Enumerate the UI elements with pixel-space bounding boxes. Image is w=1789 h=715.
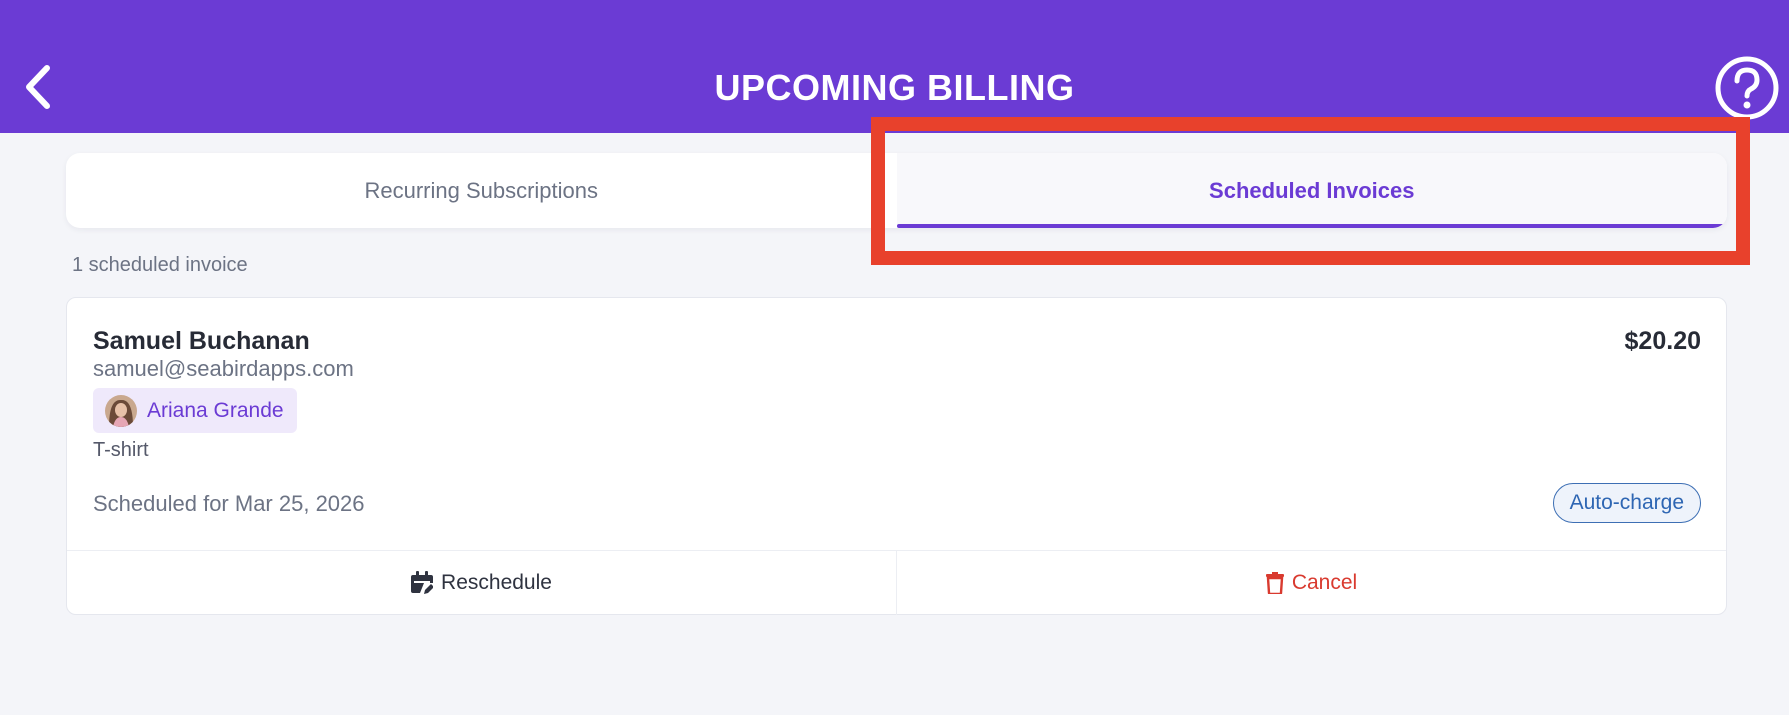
product-name: T-shirt bbox=[93, 439, 149, 461]
customer-email: samuel@seabirdapps.com bbox=[93, 356, 354, 381]
cancel-label: Cancel bbox=[1291, 571, 1358, 594]
active-tab-indicator bbox=[896, 224, 1727, 228]
page-title: UPCOMING BILLING bbox=[714, 67, 1075, 108]
invoice-count-label: 1 scheduled invoice bbox=[72, 254, 248, 276]
invoice-card: Samuel Buchanan samuel@seabirdapps.com $… bbox=[66, 297, 1727, 615]
artist-name: Ariana Grande bbox=[147, 398, 284, 422]
artist-chip[interactable]: Ariana Grande bbox=[93, 388, 297, 433]
artist-avatar bbox=[105, 394, 137, 427]
calendar-edit-icon bbox=[411, 571, 434, 595]
customer-name: Samuel Buchanan bbox=[93, 327, 310, 355]
card-actions: Reschedule Cancel bbox=[67, 550, 1726, 615]
invoice-amount: $20.20 bbox=[1624, 327, 1701, 355]
reschedule-button[interactable]: Reschedule bbox=[67, 551, 897, 615]
help-button[interactable] bbox=[1713, 54, 1781, 122]
tab-label: Scheduled Invoices bbox=[1209, 177, 1415, 203]
cancel-button[interactable]: Cancel bbox=[897, 551, 1726, 615]
scheduled-date: Scheduled for Mar 25, 2026 bbox=[93, 491, 365, 516]
tab-label: Recurring Subscriptions bbox=[364, 177, 599, 203]
question-circle-icon bbox=[1715, 56, 1779, 120]
tab-recurring-subscriptions[interactable]: Recurring Subscriptions bbox=[66, 153, 897, 228]
tab-scheduled-invoices[interactable]: Scheduled Invoices bbox=[896, 153, 1727, 228]
billing-tabs: Recurring Subscriptions Scheduled Invoic… bbox=[66, 153, 1727, 228]
auto-charge-badge: Auto-charge bbox=[1552, 483, 1701, 523]
top-bar: UPCOMING BILLING bbox=[0, 0, 1789, 133]
trash-icon bbox=[1265, 572, 1284, 594]
reschedule-label: Reschedule bbox=[441, 571, 552, 594]
